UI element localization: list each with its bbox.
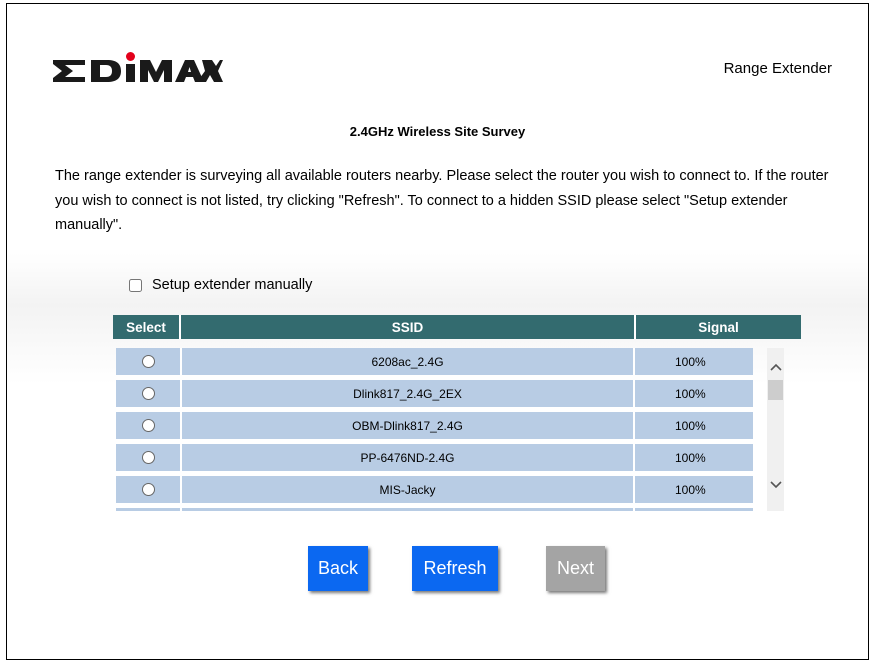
select-radio[interactable]: [141, 419, 155, 432]
ssid-cell: OBM-Dlink817_2.4G: [182, 412, 635, 439]
page-title: 2.4GHz Wireless Site Survey: [349, 124, 526, 139]
signal-cell: 100%: [635, 380, 753, 407]
scroll-down-icon[interactable]: [767, 476, 784, 493]
next-button[interactable]: Next: [546, 546, 605, 591]
table-row[interactable]: OBM-Dlink817_2.4G 100%: [116, 412, 796, 439]
select-radio[interactable]: [141, 355, 155, 368]
setup-manual-option[interactable]: Setup extender manually: [129, 277, 312, 293]
list-scrollbar[interactable]: [767, 348, 784, 511]
table-row-partial[interactable]: [116, 508, 796, 511]
back-button[interactable]: Back: [308, 546, 368, 591]
column-header-signal: Signal: [636, 315, 801, 339]
page-frame: Range Extender 2.4GHz Wireless Site Surv…: [6, 3, 869, 660]
select-cell[interactable]: [116, 444, 182, 471]
table-row[interactable]: PP-6476ND-2.4G 100%: [116, 444, 796, 471]
page-description: The range extender is surveying all avai…: [55, 168, 829, 233]
select-radio[interactable]: [141, 483, 155, 496]
ssid-cell: Dlink817_2.4G_2EX: [182, 380, 635, 407]
scrollbar-thumb[interactable]: [768, 380, 783, 400]
signal-cell: 100%: [635, 412, 753, 439]
column-header-select: Select: [113, 315, 181, 339]
signal-cell: [635, 508, 753, 511]
scroll-up-icon[interactable]: [767, 358, 784, 375]
site-survey-list[interactable]: 6208ac_2.4G 100% Dlink817_2.4G_2EX 100% …: [116, 348, 796, 511]
select-cell[interactable]: [116, 508, 182, 511]
ssid-cell: MIS-Jacky: [182, 476, 635, 503]
table-row[interactable]: 6208ac_2.4G 100%: [116, 348, 796, 375]
signal-cell: 100%: [635, 348, 753, 375]
table-header: Select SSID Signal: [113, 315, 801, 339]
select-cell[interactable]: [116, 412, 182, 439]
setup-manual-label: Setup extender manually: [152, 277, 313, 293]
setup-manual-checkbox[interactable]: [129, 278, 142, 292]
ssid-cell: PP-6476ND-2.4G: [182, 444, 635, 471]
refresh-button[interactable]: Refresh: [412, 546, 498, 591]
column-header-ssid: SSID: [181, 315, 636, 339]
select-cell[interactable]: [116, 348, 182, 375]
select-cell[interactable]: [116, 476, 182, 503]
edimax-logo: [53, 52, 223, 82]
select-cell[interactable]: [116, 380, 182, 407]
signal-cell: 100%: [635, 476, 753, 503]
ssid-cell: [182, 508, 635, 511]
ssid-cell: 6208ac_2.4G: [182, 348, 635, 375]
select-radio[interactable]: [141, 387, 155, 400]
table-row[interactable]: Dlink817_2.4G_2EX 100%: [116, 380, 796, 407]
signal-cell: 100%: [635, 444, 753, 471]
select-radio[interactable]: [141, 451, 155, 464]
table-row[interactable]: MIS-Jacky 100%: [116, 476, 796, 503]
product-name: Range Extender: [723, 60, 832, 77]
